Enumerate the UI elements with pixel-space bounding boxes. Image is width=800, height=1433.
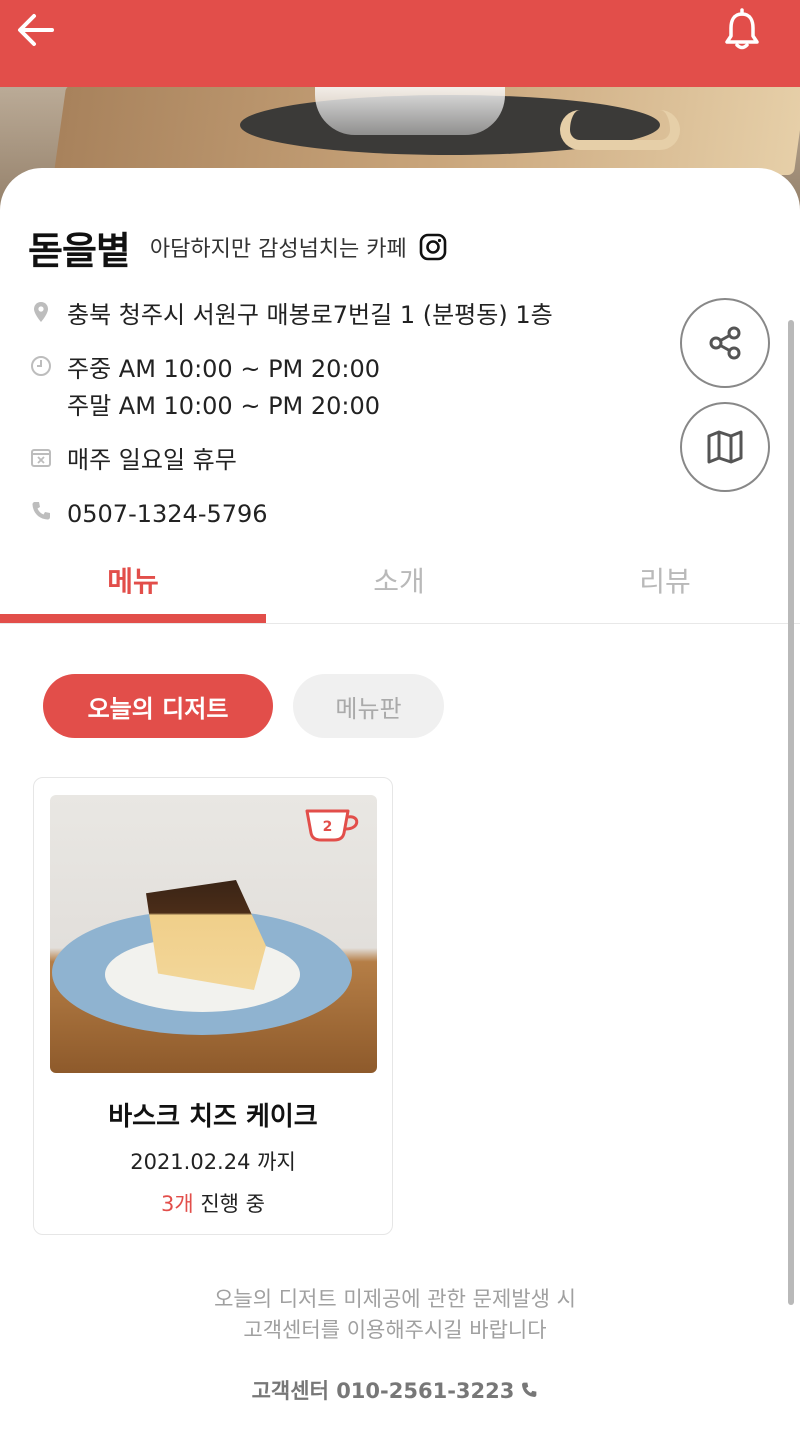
instagram-icon[interactable] <box>419 233 447 261</box>
phone-icon <box>522 1382 537 1397</box>
glass-bowl <box>315 80 505 135</box>
support-text: 고객센터 010-2561-3223 <box>251 1379 515 1403</box>
badge-count: 2 <box>323 819 333 835</box>
notice-line-1: 오늘의 디저트 미제공에 관한 문제발생 시 <box>214 1287 576 1311</box>
active-tab-indicator <box>0 614 266 623</box>
tab-menu[interactable]: 메뉴 <box>0 540 266 620</box>
cafe-description: 아담하지만 감성넘치는 카페 <box>149 237 407 262</box>
dessert-title: 바스크 치즈 케이크 <box>108 1102 318 1132</box>
closed-day-text: 매주 일요일 휴무 <box>67 446 237 474</box>
coffee-cup-badge-icon: 2 <box>305 809 359 842</box>
map-button[interactable] <box>680 402 770 492</box>
dessert-date: 2021.02.24 까지 <box>130 1150 296 1174</box>
progress-label: 진행 중 <box>193 1192 265 1216</box>
chip-today-dessert[interactable]: 오늘의 디저트 <box>43 674 273 738</box>
share-icon <box>709 326 741 360</box>
hours-weekend: 주말 AM 10:00 ~ PM 20:00 <box>67 392 381 420</box>
map-icon <box>707 430 743 464</box>
phone-number[interactable]: 0507-1324-5796 <box>67 496 268 533</box>
phone-icon <box>32 502 50 520</box>
clock-icon <box>31 356 51 376</box>
tab-intro[interactable]: 소개 <box>266 540 532 620</box>
share-button[interactable] <box>680 298 770 388</box>
phone-row: 0507-1324-5796 <box>30 496 268 533</box>
tray-handle <box>560 110 680 150</box>
location-pin-icon <box>34 302 48 322</box>
closed-day-row: 매주 일요일 휴무 <box>30 442 237 479</box>
progress-count: 3개 <box>161 1192 194 1216</box>
arrow-left-icon[interactable] <box>16 10 56 50</box>
support-notice: 오늘의 디저트 미제공에 관한 문제발생 시 고객센터를 이용해주시길 바랍니다 <box>0 1284 790 1346</box>
cheesecake-slice <box>146 880 266 990</box>
tab-bar: 메뉴 소개 리뷰 <box>0 540 800 624</box>
cafe-title-row: 돋을볕 아담하지만 감성넘치는 카페 <box>28 222 447 273</box>
notice-line-2: 고객센터를 이용해주시길 바랍니다 <box>243 1318 547 1342</box>
dessert-card[interactable]: 2 바스크 치즈 케이크 2021.02.24 까지 3개 진행 중 <box>33 777 393 1235</box>
dessert-progress: 3개 진행 중 <box>34 1188 392 1218</box>
dessert-photo: 2 <box>50 795 377 1073</box>
address-row: 충북 청주시 서원구 매봉로7번길 1 (분평동) 1층 <box>30 297 553 334</box>
hours-weekday: 주중 AM 10:00 ~ PM 20:00 <box>67 355 381 383</box>
support-contact[interactable]: 고객센터 010-2561-3223 <box>0 1375 790 1405</box>
cafe-name: 돋을볕 <box>28 228 131 273</box>
calendar-icon <box>31 449 51 467</box>
top-app-bar <box>0 0 800 87</box>
scrollbar[interactable] <box>788 320 794 1305</box>
address-text: 충북 청주시 서원구 매봉로7번길 1 (분평동) 1층 <box>67 301 553 329</box>
tab-review[interactable]: 리뷰 <box>532 540 798 620</box>
hours-row: 주중 AM 10:00 ~ PM 20:00 주말 AM 10:00 ~ PM … <box>30 351 380 425</box>
chip-menu-board[interactable]: 메뉴판 <box>293 674 444 738</box>
bell-icon[interactable] <box>722 8 762 52</box>
